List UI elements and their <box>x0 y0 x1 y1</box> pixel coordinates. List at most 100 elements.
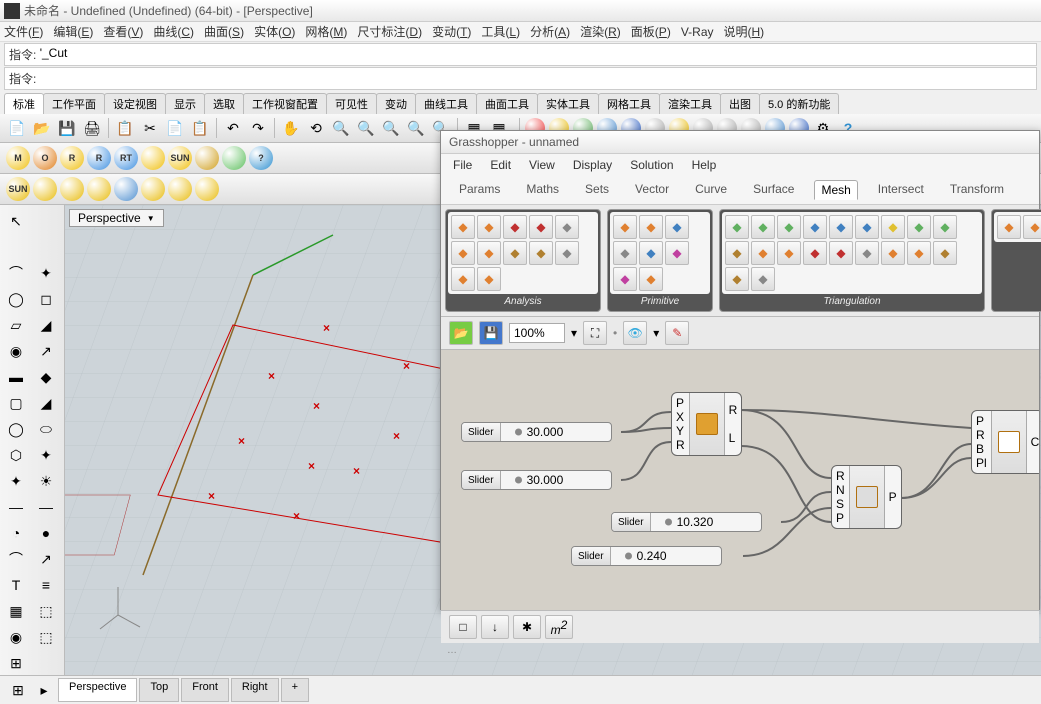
gh-ribbon-icon-2-18[interactable]: ◆ <box>725 267 749 291</box>
gh-preview-dropdown-icon[interactable]: ▾ <box>653 326 659 340</box>
new-icon[interactable]: 📄 <box>6 117 28 139</box>
menu-查看[interactable]: 查看(V) <box>103 23 143 40</box>
gh-ribbon-icon-1-6[interactable]: ◆ <box>613 267 637 291</box>
port-in-Y[interactable]: Y <box>676 424 685 438</box>
gh-ribbon-icon-0-0[interactable]: ◆ <box>451 215 475 239</box>
gh-ribbon-icon-1-5[interactable]: ◆ <box>665 241 689 265</box>
vray-icon-1[interactable] <box>33 177 57 201</box>
gh-preview-icon[interactable]: 👁 <box>623 321 647 345</box>
left-tool-2-1[interactable]: ✦ <box>32 261 60 285</box>
settings-icon[interactable]: ▸ <box>32 678 56 702</box>
command-line-1[interactable]: 指令: '_Cut <box>4 43 1037 66</box>
port-in-B[interactable]: B <box>976 442 987 456</box>
vray-icon-3[interactable]: R <box>87 146 111 170</box>
port-in-R[interactable]: R <box>836 469 845 483</box>
left-tool-6-1[interactable]: ◆ <box>32 365 60 389</box>
gh-bottom-tool-3[interactable]: m2 <box>545 615 573 639</box>
left-tool-9-1[interactable]: ✦ <box>32 443 60 467</box>
menu-尺寸标注[interactable]: 尺寸标注(D) <box>357 23 422 40</box>
gh-ribbon-icon-2-3[interactable]: ◆ <box>803 215 827 239</box>
left-tool-14-0[interactable]: T <box>2 573 30 597</box>
menu-曲面[interactable]: 曲面(S) <box>204 23 244 40</box>
gh-menu-edit[interactable]: Edit <box>490 158 511 172</box>
cut-icon[interactable]: ✂ <box>139 117 161 139</box>
slider-track[interactable]: 30.000 <box>501 425 611 439</box>
left-tool-1-0[interactable] <box>2 235 30 259</box>
port-in-X[interactable]: X <box>676 410 685 424</box>
print-icon[interactable]: 🖨 <box>81 117 103 139</box>
vray-icon-8[interactable] <box>222 146 246 170</box>
gh-ribbon-icon-2-16[interactable]: ◆ <box>907 241 931 265</box>
left-tool-13-0[interactable]: ⌒ <box>2 547 30 571</box>
gh-ribbon-icon-2-11[interactable]: ◆ <box>777 241 801 265</box>
undo-icon[interactable]: ↶ <box>222 117 244 139</box>
gh-ribbon-icon-2-13[interactable]: ◆ <box>829 241 853 265</box>
gh-ribbon-icon-3-0[interactable]: ◆ <box>997 215 1021 239</box>
rhino-tab-7[interactable]: 变动 <box>376 93 416 114</box>
rhino-tab-2[interactable]: 设定视图 <box>104 93 166 114</box>
gh-tab-surface[interactable]: Surface <box>747 180 800 200</box>
gh-tab-intersect[interactable]: Intersect <box>872 180 930 200</box>
left-tool-5-1[interactable]: ↗ <box>32 339 60 363</box>
vray-icon-6[interactable]: SUN <box>168 146 192 170</box>
vray-icon-4[interactable] <box>114 177 138 201</box>
menu-分析[interactable]: 分析(A) <box>530 23 570 40</box>
viewport-tab-perspective[interactable]: Perspective <box>58 678 137 702</box>
left-tool-13-1[interactable]: ↗ <box>32 547 60 571</box>
gh-ribbon-icon-0-3[interactable]: ◆ <box>529 215 553 239</box>
left-tool-8-1[interactable]: ⬭ <box>32 417 60 441</box>
gh-ribbon-icon-0-6[interactable]: ◆ <box>477 241 501 265</box>
slider-track[interactable]: 0.240 <box>611 549 721 563</box>
rhino-tab-13[interactable]: 出图 <box>720 93 760 114</box>
rhino-tab-12[interactable]: 渲染工具 <box>659 93 721 114</box>
menu-变动[interactable]: 变动(T) <box>432 23 471 40</box>
vray-icon-7[interactable] <box>195 146 219 170</box>
gh-tab-mesh[interactable]: Mesh <box>814 180 857 200</box>
gh-zoom-input[interactable] <box>509 323 565 343</box>
rhino-tab-3[interactable]: 显示 <box>165 93 205 114</box>
viewport-tab-top[interactable]: Top <box>139 678 179 702</box>
gh-ribbon-icon-0-11[interactable]: ◆ <box>477 267 501 291</box>
gh-zoom-dropdown-icon[interactable]: ▾ <box>571 326 577 340</box>
gh-tab-params[interactable]: Params <box>453 180 506 200</box>
vray-icon-9[interactable]: ? <box>249 146 273 170</box>
gh-ribbon-icon-2-19[interactable]: ◆ <box>751 267 775 291</box>
gh-ribbon-icon-0-4[interactable]: ◆ <box>555 215 579 239</box>
vray-icon-5[interactable] <box>141 177 165 201</box>
add-viewport-tab[interactable]: + <box>281 678 309 702</box>
gh-ribbon-icon-0-1[interactable]: ◆ <box>477 215 501 239</box>
gh-ribbon-icon-1-7[interactable]: ◆ <box>639 267 663 291</box>
gh-ribbon-icon-3-1[interactable]: ◆ <box>1023 215 1041 239</box>
menu-编辑[interactable]: 编辑(E) <box>53 23 93 40</box>
left-tool-2-0[interactable]: ⌒ <box>2 261 30 285</box>
vray-icon-3[interactable] <box>87 177 111 201</box>
port-in-P[interactable]: P <box>976 414 987 428</box>
vray-icon-5[interactable] <box>141 146 165 170</box>
gh-ribbon-icon-1-4[interactable]: ◆ <box>639 241 663 265</box>
menu-网格[interactable]: 网格(M) <box>305 23 347 40</box>
port-in-N[interactable]: N <box>836 483 845 497</box>
rhino-tab-6[interactable]: 可见性 <box>326 93 377 114</box>
left-tool-16-1[interactable]: ⬚ <box>32 625 60 649</box>
left-tool-8-0[interactable]: ◯ <box>2 417 30 441</box>
gh-ribbon-icon-1-0[interactable]: ◆ <box>613 215 637 239</box>
vray-icon-7[interactable] <box>195 177 219 201</box>
gh-ribbon-icon-1-3[interactable]: ◆ <box>613 241 637 265</box>
rhino-tab-1[interactable]: 工作平面 <box>43 93 105 114</box>
port-out-L[interactable]: L <box>729 431 738 445</box>
paste-icon[interactable]: 📄 <box>164 117 186 139</box>
left-tool-11-1[interactable]: — <box>32 495 60 519</box>
gh-ribbon-icon-2-8[interactable]: ◆ <box>933 215 957 239</box>
vray-icon-1[interactable]: O <box>33 146 57 170</box>
gh-ribbon-icon-2-7[interactable]: ◆ <box>907 215 931 239</box>
gh-tab-curve[interactable]: Curve <box>689 180 733 200</box>
menu-渲染[interactable]: 渲染(R) <box>580 23 621 40</box>
left-tool-15-0[interactable]: ▦ <box>2 599 30 623</box>
redo-icon[interactable]: ↷ <box>247 117 269 139</box>
port-out-R[interactable]: R <box>729 403 738 417</box>
port-out-P[interactable]: P <box>889 490 897 504</box>
port-out-C[interactable]: C <box>1031 435 1039 449</box>
gh-ribbon-icon-2-1[interactable]: ◆ <box>751 215 775 239</box>
vray-icon-6[interactable] <box>168 177 192 201</box>
vray-icon-0[interactable]: SUN <box>6 177 30 201</box>
